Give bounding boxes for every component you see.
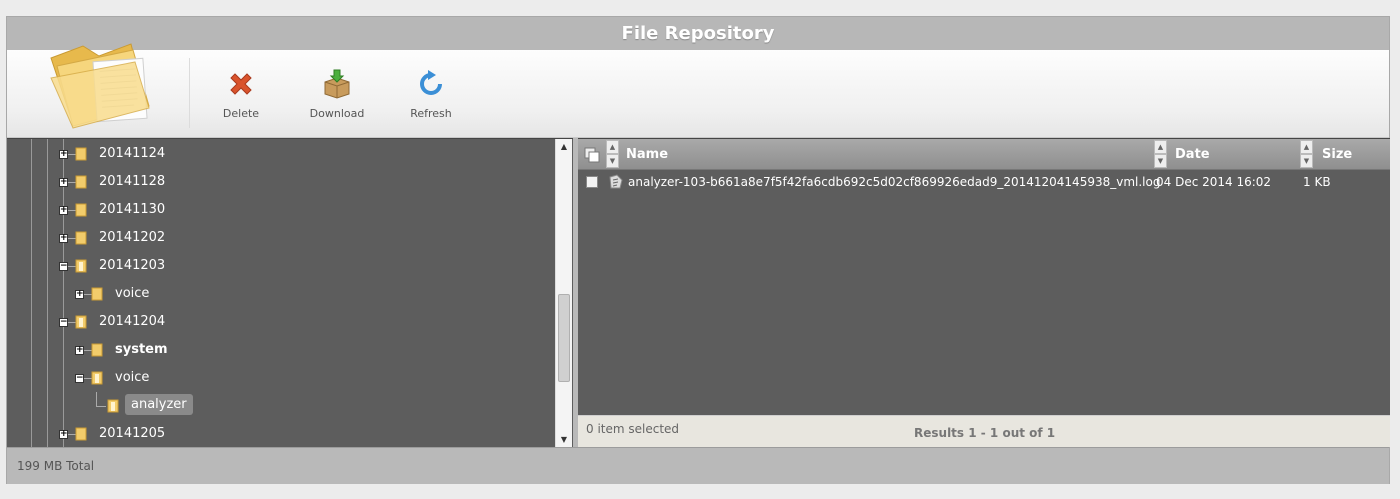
folder-closed-icon bbox=[75, 175, 87, 189]
refresh-button[interactable]: Refresh bbox=[391, 66, 471, 120]
scroll-up-arrow-icon[interactable]: ▲ bbox=[556, 139, 572, 155]
folder-open-icon bbox=[75, 259, 87, 273]
folder-open-icon bbox=[107, 399, 119, 413]
expand-plus-icon[interactable]: + bbox=[59, 150, 68, 159]
delete-x-icon bbox=[201, 66, 281, 102]
column-header-date[interactable]: Date bbox=[1175, 139, 1210, 170]
scrollbar-thumb[interactable] bbox=[558, 294, 570, 382]
file-list-pane: ▲ ▼ Name ▲ ▼ Date ▲ ▼ Size analyzer-103-b66… bbox=[578, 138, 1390, 447]
selected-count: 0 item selected bbox=[586, 422, 680, 436]
tree-item-label: 20141202 bbox=[99, 230, 166, 245]
tree-item-label: 20141205 bbox=[99, 426, 166, 441]
tree-guide-line bbox=[47, 139, 48, 447]
expand-plus-icon[interactable]: + bbox=[59, 430, 68, 439]
expand-plus-icon[interactable]: + bbox=[59, 234, 68, 243]
download-box-icon bbox=[297, 66, 377, 102]
tree-item-label: 20141203 bbox=[99, 258, 166, 273]
sort-buttons[interactable]: ▲ ▼ bbox=[606, 140, 619, 169]
folder-tree-pane[interactable]: + 20141124 + 20141128 + 20141130 + 20141… bbox=[7, 138, 573, 447]
file-date: 04 Dec 2014 16:02 bbox=[1156, 175, 1272, 189]
download-label: Download bbox=[309, 107, 365, 120]
select-all-icon[interactable] bbox=[584, 147, 600, 163]
collapse-minus-icon[interactable]: − bbox=[59, 262, 68, 271]
tree-item-label: 20141128 bbox=[99, 174, 166, 189]
folder-open-icon bbox=[75, 315, 87, 329]
expand-plus-icon[interactable]: + bbox=[75, 290, 84, 299]
window-title: File Repository bbox=[7, 17, 1389, 50]
grid-footer: 0 item selected Results 1 - 1 out of 1 bbox=[578, 415, 1390, 447]
grid-header: ▲ ▼ Name ▲ ▼ Date ▲ ▼ Size bbox=[578, 139, 1390, 170]
log-file-icon bbox=[609, 174, 623, 189]
tree-item-label: 20141130 bbox=[99, 202, 166, 217]
expand-plus-icon[interactable]: + bbox=[59, 178, 68, 187]
tree-scrollbar[interactable]: ▲ ▼ bbox=[555, 139, 572, 447]
refresh-icon bbox=[391, 66, 471, 102]
folder-closed-icon bbox=[91, 287, 103, 301]
file-name: analyzer-103-b661a8e7f5f42fa6cdb692c5d02… bbox=[628, 175, 1161, 189]
folder-closed-icon bbox=[75, 203, 87, 217]
column-header-name[interactable]: Name bbox=[626, 139, 668, 170]
row-checkbox[interactable] bbox=[586, 176, 598, 188]
sort-buttons[interactable]: ▲ ▼ bbox=[1154, 140, 1167, 169]
tree-item-label: system bbox=[115, 342, 168, 357]
folder-closed-icon bbox=[75, 231, 87, 245]
expand-plus-icon[interactable]: + bbox=[59, 206, 68, 215]
folder-closed-icon bbox=[91, 343, 103, 357]
tree-item-label: 20141124 bbox=[99, 146, 166, 161]
tree-item-label: voice bbox=[115, 370, 150, 385]
status-bar: 199 MB Total bbox=[7, 447, 1389, 484]
folder-closed-icon bbox=[75, 427, 87, 441]
refresh-label: Refresh bbox=[410, 107, 452, 120]
folder-open-icon bbox=[91, 371, 103, 385]
tree-item-label: voice bbox=[115, 286, 150, 301]
sort-buttons[interactable]: ▲ ▼ bbox=[1300, 140, 1313, 169]
file-row[interactable]: analyzer-103-b661a8e7f5f42fa6cdb692c5d02… bbox=[578, 171, 1390, 193]
collapse-minus-icon[interactable]: − bbox=[75, 374, 84, 383]
file-repository-window: File Repository Delete Download Refresh … bbox=[6, 16, 1390, 484]
tree-guide-line bbox=[31, 139, 32, 447]
total-size: 199 MB Total bbox=[17, 459, 95, 473]
folder-closed-icon bbox=[75, 147, 87, 161]
expand-plus-icon[interactable]: + bbox=[75, 346, 84, 355]
delete-label: Delete bbox=[222, 107, 260, 120]
column-header-size[interactable]: Size bbox=[1322, 139, 1352, 170]
download-button[interactable]: Download bbox=[297, 66, 377, 120]
tree-item-label: analyzer bbox=[125, 394, 193, 415]
tree-item-label: 20141204 bbox=[99, 314, 166, 329]
collapse-minus-icon[interactable]: − bbox=[59, 318, 68, 327]
delete-button[interactable]: Delete bbox=[201, 66, 281, 120]
results-count: Results 1 - 1 out of 1 bbox=[914, 426, 1056, 440]
toolbar: Delete Download Refresh bbox=[7, 43, 1389, 138]
file-size: 1 KB bbox=[1303, 175, 1331, 189]
repository-logo-icon bbox=[37, 38, 167, 133]
toolbar-separator bbox=[189, 58, 190, 128]
scroll-down-arrow-icon[interactable]: ▼ bbox=[556, 432, 572, 447]
